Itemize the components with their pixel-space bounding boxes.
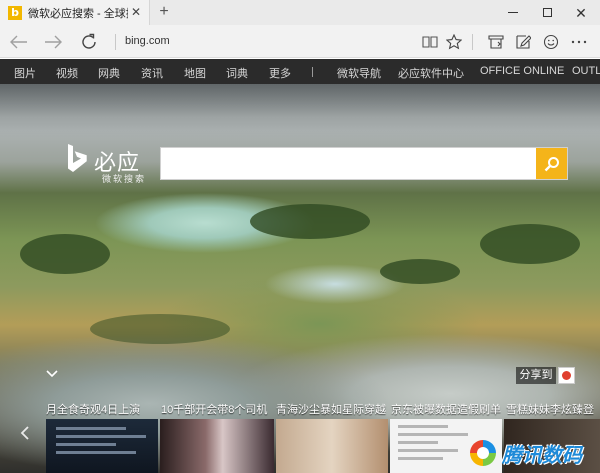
- search-icon: [544, 156, 559, 171]
- window-close-button[interactable]: ✕: [564, 0, 598, 25]
- news-headline[interactable]: 雪糕妹妹李炫臻登: [506, 401, 594, 417]
- share-button[interactable]: 分享到: [516, 367, 556, 384]
- news-headline[interactable]: 月全食奇观4日上演: [46, 401, 140, 417]
- reading-view-button[interactable]: [419, 31, 441, 53]
- search-input[interactable]: [161, 148, 537, 179]
- url-separator: [115, 34, 116, 50]
- minimize-icon: [508, 12, 518, 13]
- smiley-icon: [543, 34, 559, 50]
- pen-icon: [516, 35, 531, 49]
- tab-title: 微软必应搜索 - 全球搜...: [28, 7, 128, 20]
- forest-patch: [20, 234, 110, 274]
- url-field[interactable]: bing.com: [125, 35, 170, 47]
- toolbar-separator: [472, 34, 473, 50]
- brand-subtitle: 微软搜索: [102, 174, 147, 184]
- tab-bing[interactable]: b 微软必应搜索 - 全球搜... ✕: [0, 0, 150, 25]
- favorite-button[interactable]: [443, 31, 465, 53]
- back-arrow-icon: [10, 35, 27, 49]
- refresh-icon: [82, 33, 96, 49]
- forest-patch: [90, 314, 230, 344]
- sky-clouds: [0, 84, 600, 139]
- tencent-digital-watermark: 腾讯数码: [470, 438, 596, 468]
- chevron-down-icon[interactable]: [46, 365, 58, 381]
- weibo-share-icon[interactable]: [558, 367, 575, 384]
- nav-item-images[interactable]: 图片: [14, 65, 36, 81]
- news-headline[interactable]: 京东被曝数据造假刷单: [391, 401, 501, 417]
- search-button[interactable]: [536, 148, 567, 179]
- window-maximize-button[interactable]: [530, 0, 564, 25]
- nav-item-dictionary[interactable]: 词典: [226, 65, 248, 81]
- window-minimize-button[interactable]: [496, 0, 530, 25]
- bing-b-icon: [68, 144, 87, 172]
- news-thumbnail[interactable]: [46, 419, 158, 473]
- nav-item-ms-navigation[interactable]: 微软导航: [337, 65, 381, 81]
- new-tab-button[interactable]: +: [155, 2, 173, 22]
- nav-divider: [312, 67, 313, 77]
- forest-patch: [380, 259, 460, 284]
- feedback-button[interactable]: [540, 31, 562, 53]
- nav-item-videos[interactable]: 视频: [56, 65, 78, 81]
- back-button[interactable]: [6, 29, 32, 55]
- news-thumbnail[interactable]: [160, 419, 274, 473]
- news-prev-arrow-icon[interactable]: [16, 426, 34, 444]
- nav-item-software-center[interactable]: 必应软件中心: [398, 65, 464, 81]
- watermark-text: 腾讯数码: [502, 442, 582, 467]
- nav-item-dictionary-web[interactable]: 网典: [98, 65, 120, 81]
- address-bar: bing.com: [0, 25, 600, 58]
- nav-item-more[interactable]: 更多: [269, 65, 291, 81]
- nav-item-office-online[interactable]: OFFICE ONLINE: [480, 65, 564, 77]
- news-headline[interactable]: 青海沙尘暴如星际穿越: [276, 401, 386, 417]
- bing-logo[interactable]: 必应 微软搜索: [66, 143, 156, 187]
- maximize-icon: [542, 8, 552, 17]
- bing-favicon-icon: b: [8, 5, 22, 20]
- star-icon: [446, 34, 462, 50]
- web-note-button[interactable]: [512, 31, 534, 53]
- hero-background-image: 必应 微软搜索 分享到 月全食奇观4日上演 10千部开会带8个司机 青海沙尘暴如…: [0, 84, 600, 473]
- forest-patch: [250, 204, 370, 239]
- news-headline[interactable]: 10千部开会带8个司机: [161, 401, 267, 417]
- forward-button[interactable]: [40, 29, 66, 55]
- forward-arrow-icon: [45, 35, 62, 49]
- news-thumbnail[interactable]: [276, 419, 388, 473]
- refresh-button[interactable]: [76, 29, 102, 55]
- nav-item-outlook[interactable]: OUTLO: [572, 65, 600, 77]
- close-icon: ✕: [575, 4, 587, 21]
- nav-item-maps[interactable]: 地图: [184, 65, 206, 81]
- hub-icon: [488, 35, 504, 49]
- forest-patch: [480, 224, 580, 264]
- more-button[interactable]: [568, 31, 590, 53]
- hub-button[interactable]: [485, 31, 507, 53]
- search-box: [160, 147, 568, 180]
- tab-close-icon[interactable]: ✕: [131, 5, 141, 19]
- ellipsis-icon: [571, 40, 587, 44]
- nav-item-news[interactable]: 资讯: [141, 65, 163, 81]
- book-icon: [422, 36, 438, 48]
- bing-top-nav: 图片 视频 网典 资讯 地图 词典 更多 微软导航 必应软件中心 OFFICE …: [0, 59, 600, 84]
- tab-strip: b 微软必应搜索 - 全球搜... ✕ + ✕: [0, 0, 600, 25]
- tencent-logo-icon: [470, 440, 496, 466]
